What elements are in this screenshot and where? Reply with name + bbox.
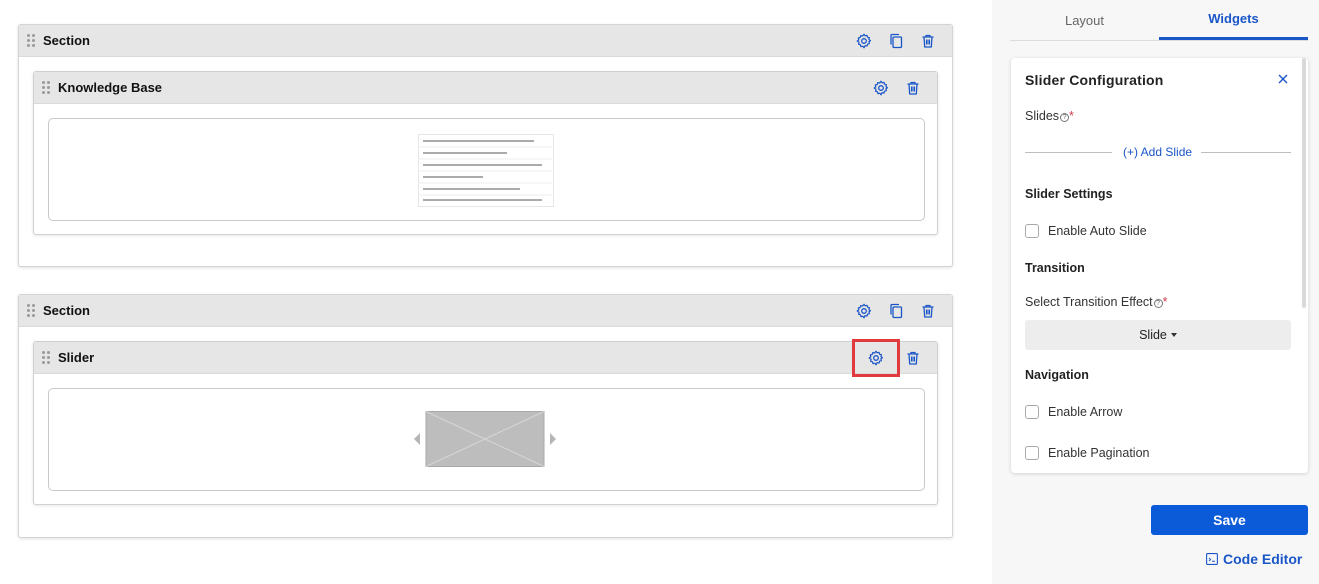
section-settings-button[interactable] [848,295,880,327]
knowledge-base-preview [48,118,925,221]
widget-settings-button[interactable] [865,72,897,104]
dropdown-value: Slide [1139,328,1167,342]
copy-icon [890,33,903,48]
panel-tabs: Layout Widgets [1010,0,1308,41]
transition-effect-dropdown[interactable]: Slide [1025,320,1291,350]
checkbox-label: Enable Pagination [1048,446,1150,460]
caret-down-icon [1170,333,1177,337]
trash-icon [907,351,919,365]
enable-auto-slide-checkbox[interactable]: Enable Auto Slide [1025,224,1147,238]
checkbox-box[interactable] [1025,446,1039,460]
trash-icon [907,81,919,95]
knowledge-base-thumbnail-icon [418,134,554,207]
add-slide-link[interactable]: (+) Add Slide [1123,145,1192,159]
widget-container: Slider [33,338,938,505]
drag-handle-icon[interactable] [42,351,52,365]
enable-pagination-checkbox[interactable]: Enable Pagination [1025,446,1149,460]
checkbox-box[interactable] [1025,224,1039,238]
section-header: Section [19,295,952,327]
divider [1025,152,1112,153]
drag-handle-icon[interactable] [27,34,37,48]
page-canvas: Section Knowledge Base Section Slider [0,0,992,584]
code-editor-link[interactable]: Code Editor [1206,551,1302,567]
drag-handle-icon[interactable] [27,304,37,318]
widget-delete-button[interactable] [897,342,929,374]
widget-title: Knowledge Base [58,80,163,95]
section-delete-button[interactable] [912,295,944,327]
slider-preview [48,388,925,491]
section-header: Section [19,25,952,57]
section-container: Section Knowledge Base [18,24,953,267]
slides-label: Slides? * [1025,109,1074,123]
section-title: Section [43,33,90,48]
gear-icon [856,33,872,48]
transition-heading: Transition [1025,261,1085,275]
checkbox-label: Enable Auto Slide [1048,224,1147,238]
section-duplicate-button[interactable] [880,25,912,57]
save-button[interactable]: Save [1151,505,1308,535]
tab-widgets[interactable]: Widgets [1159,0,1308,40]
section-duplicate-button[interactable] [880,295,912,327]
panel-scrollbar[interactable] [1302,58,1306,308]
transition-effect-label: Select Transition Effect? * [1025,295,1168,309]
widget-delete-button[interactable] [897,72,929,104]
widget-header: Knowledge Base [34,72,937,104]
gear-icon [856,303,872,318]
help-icon: ? [1153,299,1163,308]
drag-handle-icon[interactable] [42,81,52,95]
divider [1201,152,1291,153]
checkbox-box[interactable] [1025,405,1039,419]
gear-icon [873,80,889,95]
gear-icon [868,350,884,365]
section-title: Section [43,303,90,318]
enable-arrow-checkbox[interactable]: Enable Arrow [1025,405,1122,419]
widget-title: Slider [58,350,95,365]
navigation-heading: Navigation [1025,368,1089,382]
right-panel: Layout Widgets Slider Configuration Slid… [992,0,1319,584]
code-editor-label: Code Editor [1223,551,1303,567]
widget-container: Knowledge Base [33,71,938,235]
slider-configuration-card: Slider Configuration Slides? * (+) Add Sl… [1011,58,1308,473]
section-container: Section Slider [18,294,953,538]
copy-icon [890,303,903,318]
close-icon[interactable] [1276,72,1290,86]
add-slide-row: (+) Add Slide [1025,144,1292,160]
trash-icon [922,34,934,48]
section-delete-button[interactable] [912,25,944,57]
checkbox-label: Enable Arrow [1048,405,1123,419]
trash-icon [922,304,934,318]
tab-layout[interactable]: Layout [1010,0,1159,40]
slider-settings-heading: Slider Settings [1025,187,1113,201]
slider-settings-button[interactable] [852,338,900,377]
slider-thumbnail-icon [414,411,556,467]
config-title: Slider Configuration [1025,72,1164,88]
help-icon: ? [1060,113,1070,122]
section-settings-button[interactable] [848,25,880,57]
terminal-icon [1206,553,1218,565]
widget-header: Slider [34,338,937,377]
